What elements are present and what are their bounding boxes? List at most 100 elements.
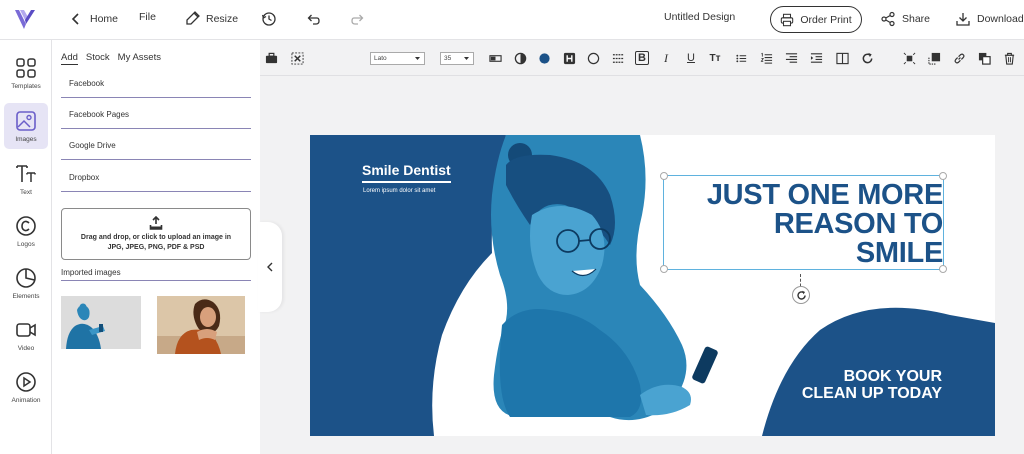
panel-tabs: Add Stock My Assets (61, 52, 161, 65)
file-menu[interactable]: File (139, 11, 156, 23)
rail-item-animation[interactable]: Animation (4, 364, 48, 410)
animation-icon (16, 371, 36, 392)
rotate-button[interactable] (860, 51, 874, 65)
italic-button[interactable]: I (659, 51, 673, 65)
resize-handle[interactable] (660, 265, 668, 273)
dentist-photo-thumbnail (61, 296, 141, 349)
font-size-select[interactable]: 35 (440, 52, 474, 65)
link-icon (953, 52, 965, 64)
crop-remove-button[interactable] (290, 51, 304, 65)
align-button[interactable] (784, 51, 798, 65)
text-color-button[interactable] (488, 51, 502, 65)
design-canvas[interactable]: Smile Dentist Lorem ipsum dolor sit amet… (310, 135, 995, 436)
chevron-left-icon (267, 262, 273, 272)
bullet-list-icon (735, 54, 746, 62)
upload-icon (149, 216, 163, 230)
rail-item-images[interactable]: Images (4, 103, 48, 149)
rail-item-elements[interactable]: Elements (4, 260, 48, 306)
color-dot-icon (538, 52, 550, 64)
share-button[interactable]: Share (880, 11, 930, 27)
duplicate-icon (978, 52, 991, 65)
imported-images-label: Imported images (61, 268, 251, 281)
undo-button[interactable] (305, 11, 321, 27)
tab-my-assets[interactable]: My Assets (118, 52, 161, 65)
resize-icon (186, 11, 200, 25)
numbered-list-icon (760, 52, 772, 64)
collapse-panel-button[interactable] (258, 222, 282, 312)
close-box-icon (290, 51, 304, 65)
undo-icon (307, 14, 320, 25)
imported-image-thumbnail[interactable] (61, 296, 141, 349)
caret-down-icon (464, 57, 469, 60)
bullet-list-button[interactable] (734, 51, 748, 65)
indent-icon (810, 52, 822, 63)
images-panel: Add Stock My Assets Facebook Facebook Pa… (52, 40, 260, 454)
upload-dropzone[interactable]: Drag and drop, or click to upload an ima… (61, 208, 251, 260)
outline-button[interactable] (586, 51, 600, 65)
source-dropbox[interactable]: Dropbox (61, 164, 251, 192)
numbered-list-button[interactable] (759, 51, 773, 65)
position-button[interactable] (902, 51, 916, 65)
delete-button[interactable] (1002, 51, 1016, 65)
text-icon (16, 164, 36, 182)
left-rail: Templates Images Text Logos Elements Vid… (0, 40, 52, 454)
home-button[interactable]: Home (68, 11, 118, 27)
share-icon (881, 11, 895, 27)
brand-underline (362, 181, 451, 183)
brand-name[interactable]: Smile Dentist (362, 162, 451, 178)
history-button[interactable] (261, 11, 277, 27)
tab-stock[interactable]: Stock (86, 52, 110, 65)
cta-text[interactable]: BOOK YOUR CLEAN UP TODAY (802, 368, 942, 402)
highlight-button[interactable] (562, 51, 576, 65)
brand-tagline[interactable]: Lorem ipsum dolor sit amet (363, 188, 435, 194)
download-button[interactable]: Download (955, 11, 1024, 27)
fill-color-button[interactable] (537, 51, 551, 65)
rail-item-logos[interactable]: Logos (4, 208, 48, 254)
rail-item-video[interactable]: Video (4, 312, 48, 358)
order-print-button[interactable]: Order Print (770, 6, 862, 33)
caret-down-icon (415, 57, 420, 60)
rail-item-templates[interactable]: Templates (4, 50, 48, 96)
font-family-select[interactable]: Lato (370, 52, 425, 65)
history-icon (261, 12, 276, 26)
rotate-icon (796, 290, 806, 300)
printer-icon (781, 13, 794, 26)
briefcase-icon (265, 52, 277, 63)
resize-button[interactable]: Resize (184, 11, 238, 27)
imported-image-thumbnail[interactable] (157, 296, 245, 354)
link-button[interactable] (952, 51, 966, 65)
duplicate-button[interactable] (977, 51, 991, 65)
document-title[interactable]: Untitled Design (664, 11, 735, 23)
logo-icon[interactable] (12, 7, 38, 33)
source-facebook[interactable]: Facebook (61, 70, 251, 98)
indent-button[interactable] (809, 51, 823, 65)
spacing-button[interactable] (611, 51, 625, 65)
shadow-button[interactable] (927, 51, 941, 65)
images-icon (16, 110, 36, 131)
video-icon (16, 322, 36, 337)
redo-button[interactable] (350, 11, 366, 27)
columns-button[interactable] (835, 51, 849, 65)
columns-icon (835, 52, 849, 64)
format-toolbar: Lato 35 B I U Tт (260, 40, 1024, 76)
color-swatch-icon (488, 54, 502, 62)
spacing-icon (612, 53, 624, 63)
headline-text[interactable]: JUST ONE MORE REASON TO SMILE (707, 181, 943, 268)
contrast-button[interactable] (513, 51, 527, 65)
underline-button[interactable]: U (684, 51, 698, 65)
trash-icon (1004, 52, 1014, 65)
rotate-handle[interactable] (792, 286, 810, 304)
source-facebook-pages[interactable]: Facebook Pages (61, 101, 251, 129)
text-transform-button[interactable]: Tт (708, 51, 722, 65)
resize-handle[interactable] (660, 172, 668, 180)
position-icon (903, 52, 915, 64)
source-google-drive[interactable]: Google Drive (61, 132, 251, 160)
contrast-icon (514, 52, 526, 64)
logos-icon (16, 215, 36, 236)
align-right-icon (785, 52, 797, 63)
rail-item-text[interactable]: Text (4, 156, 48, 202)
download-icon (956, 13, 970, 26)
layers-button[interactable] (264, 51, 278, 65)
bold-button[interactable]: B (635, 51, 649, 65)
tab-add[interactable]: Add (61, 52, 78, 65)
